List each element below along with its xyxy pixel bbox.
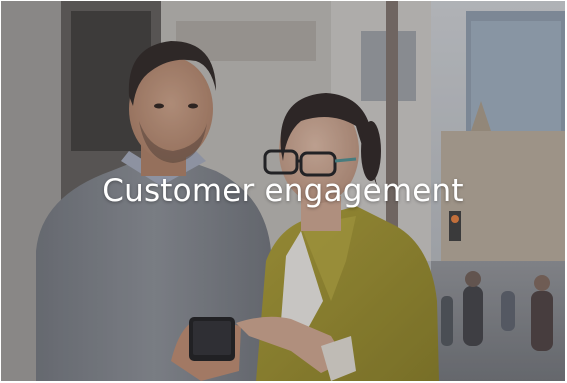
tile-title: Customer engagement (102, 173, 464, 209)
customer-engagement-tile[interactable]: Customer engagement (1, 1, 565, 381)
